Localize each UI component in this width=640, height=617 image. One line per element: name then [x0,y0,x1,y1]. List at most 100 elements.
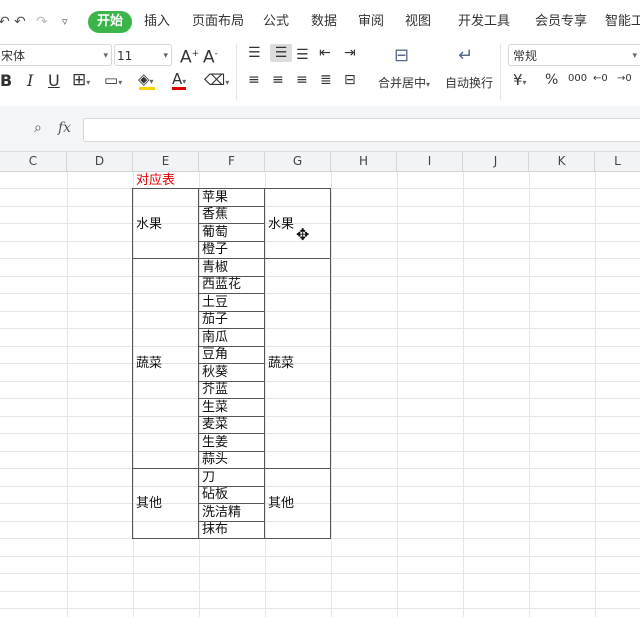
wrap-text-button[interactable]: 自动换行 [445,74,493,91]
tab-developer[interactable]: 开发工具 [458,12,510,32]
tab-member[interactable]: 会员专享 [535,12,587,32]
font-name-value: 宋体 [1,49,26,63]
redo-icon[interactable]: ↷ [36,13,48,31]
column-header[interactable]: J [463,152,529,171]
bold-button[interactable]: B [0,72,12,90]
align-top-icon[interactable]: ☰ [248,44,261,62]
item-cell[interactable]: 芥蓝 [202,381,228,398]
undo-icon[interactable]: ↶ [14,13,26,31]
paint-bucket-icon: ◈ [138,70,150,88]
gridline-row [0,346,640,347]
item-cell[interactable]: 西蓝花 [202,276,241,293]
table-border [132,188,331,189]
italic-button[interactable]: I [27,72,33,90]
item-cell[interactable]: 苹果 [202,189,228,206]
column-header[interactable]: D [67,152,133,171]
tab-smart-tools[interactable]: 智能工 [605,12,640,32]
item-cell[interactable]: 抹布 [202,521,228,538]
table-title[interactable]: 对应表 [136,172,175,189]
currency-button[interactable]: ¥▾ [513,71,527,92]
font-size-select[interactable]: 11 ▾ [114,44,172,66]
borders-icon[interactable]: ⊞▾ [72,71,90,92]
cursor-icon: ✥ [296,225,310,244]
category-cell-fruit[interactable]: 水果 [136,216,162,233]
gridline-column [265,172,266,617]
category-cell-other-g[interactable]: 其他 [268,495,294,512]
distributed-align-icon[interactable]: ⊟ [344,71,356,89]
justify-icon[interactable]: ≣ [320,71,332,89]
item-cell[interactable]: 洗洁精 [202,504,241,521]
item-cell[interactable]: 青椒 [202,259,228,276]
align-left-icon[interactable]: ≡ [248,71,260,89]
item-cell[interactable]: 橙子 [202,241,228,258]
function-icon[interactable]: fx [58,120,71,136]
decrease-font-size-button[interactable]: A- [203,45,218,67]
item-cell[interactable]: 麦菜 [202,416,228,433]
customize-dropdown-icon[interactable]: ▿ [62,13,68,31]
tab-review[interactable]: 审阅 [358,12,384,32]
increase-indent-icon[interactable]: ⇥ [344,44,356,62]
item-cell[interactable]: 生菜 [202,399,228,416]
table-border [132,188,133,538]
fill-color-button[interactable]: ◈▾ [138,70,155,91]
item-cell[interactable]: 茄子 [202,311,228,328]
column-header[interactable]: H [331,152,397,171]
eraser-icon[interactable]: ⌫▾ [204,71,229,92]
align-right-icon[interactable]: ≡ [296,71,308,89]
cell-style-icon[interactable]: ▭▾ [104,71,122,92]
item-cell[interactable]: 秋葵 [202,364,228,381]
undo-icon[interactable]: ↶ [0,13,10,31]
decrease-decimal-icon[interactable]: →0 [617,70,632,88]
category-cell-vegetable[interactable]: 蔬菜 [136,355,162,372]
tab-insert[interactable]: 插入 [144,12,170,32]
tab-home[interactable]: 开始 [88,11,133,33]
increase-decimal-icon[interactable]: ←0 [593,70,608,88]
font-color-button[interactable]: A▾ [172,70,186,91]
table-border [198,451,264,452]
align-center-icon[interactable]: ≡ [272,71,284,89]
item-cell[interactable]: 香蕉 [202,206,228,223]
item-cell[interactable]: 南瓜 [202,329,228,346]
item-cell[interactable]: 葡萄 [202,224,228,241]
wrap-text-icon[interactable]: ↵ [458,47,473,65]
item-cell[interactable]: 生姜 [202,434,228,451]
font-shrink-glyph: A [203,47,215,68]
align-bottom-icon[interactable]: ☰ [296,46,309,64]
align-middle-icon[interactable]: ☰ [270,44,292,62]
item-cell[interactable]: 豆角 [202,346,228,363]
merge-center-icon[interactable]: ⊟ [394,47,409,65]
tab-page-layout[interactable]: 页面布局 [192,12,244,32]
tab-view[interactable]: 视图 [405,12,431,32]
table-border [198,258,264,259]
item-cell[interactable]: 蒜头 [202,451,228,468]
column-header[interactable]: G [265,152,331,171]
column-header[interactable]: E [133,152,199,171]
item-cell[interactable]: 砧板 [202,486,228,503]
zoom-icon[interactable]: ⌕ [34,120,42,136]
table-border [198,346,264,347]
column-header[interactable]: I [397,152,463,171]
tab-data[interactable]: 数据 [311,12,337,32]
column-header[interactable]: L [595,152,640,171]
column-header[interactable]: C [0,152,67,171]
column-header[interactable]: K [529,152,595,171]
category-cell-fruit-g[interactable]: 水果 [268,216,294,233]
font-name-select[interactable]: 宋体 ▾ [0,44,112,66]
percent-button[interactable]: % [545,71,558,89]
category-cell-vegetable-g[interactable]: 蔬菜 [268,355,294,372]
thousands-separator-button[interactable]: 000 [568,70,587,88]
category-cell-other[interactable]: 其他 [136,495,162,512]
tab-formulas[interactable]: 公式 [263,12,289,32]
decrease-indent-icon[interactable]: ⇤ [319,44,331,62]
ribbon: ↶ ↶ ↷ ▿ 开始 插入 页面布局 公式 数据 审阅 视图 开发工具 会员专享… [0,0,640,106]
formula-input[interactable] [83,118,640,142]
merge-center-button[interactable]: 合并居中▾ [378,74,430,91]
number-format-select[interactable]: 常规 ▾ [508,44,640,66]
increase-font-size-button[interactable]: A+ [180,45,199,67]
worksheet-grid[interactable]: 对应表 水果 水果 蔬菜 蔬菜 其他 其他 苹果 香蕉 葡萄 橙子 青椒 西蓝花… [0,172,640,617]
gridline-row [0,223,640,224]
underline-button[interactable]: U [48,72,60,90]
column-header[interactable]: F [199,152,265,171]
item-cell[interactable]: 土豆 [202,294,228,311]
item-cell[interactable]: 刀 [202,469,215,486]
